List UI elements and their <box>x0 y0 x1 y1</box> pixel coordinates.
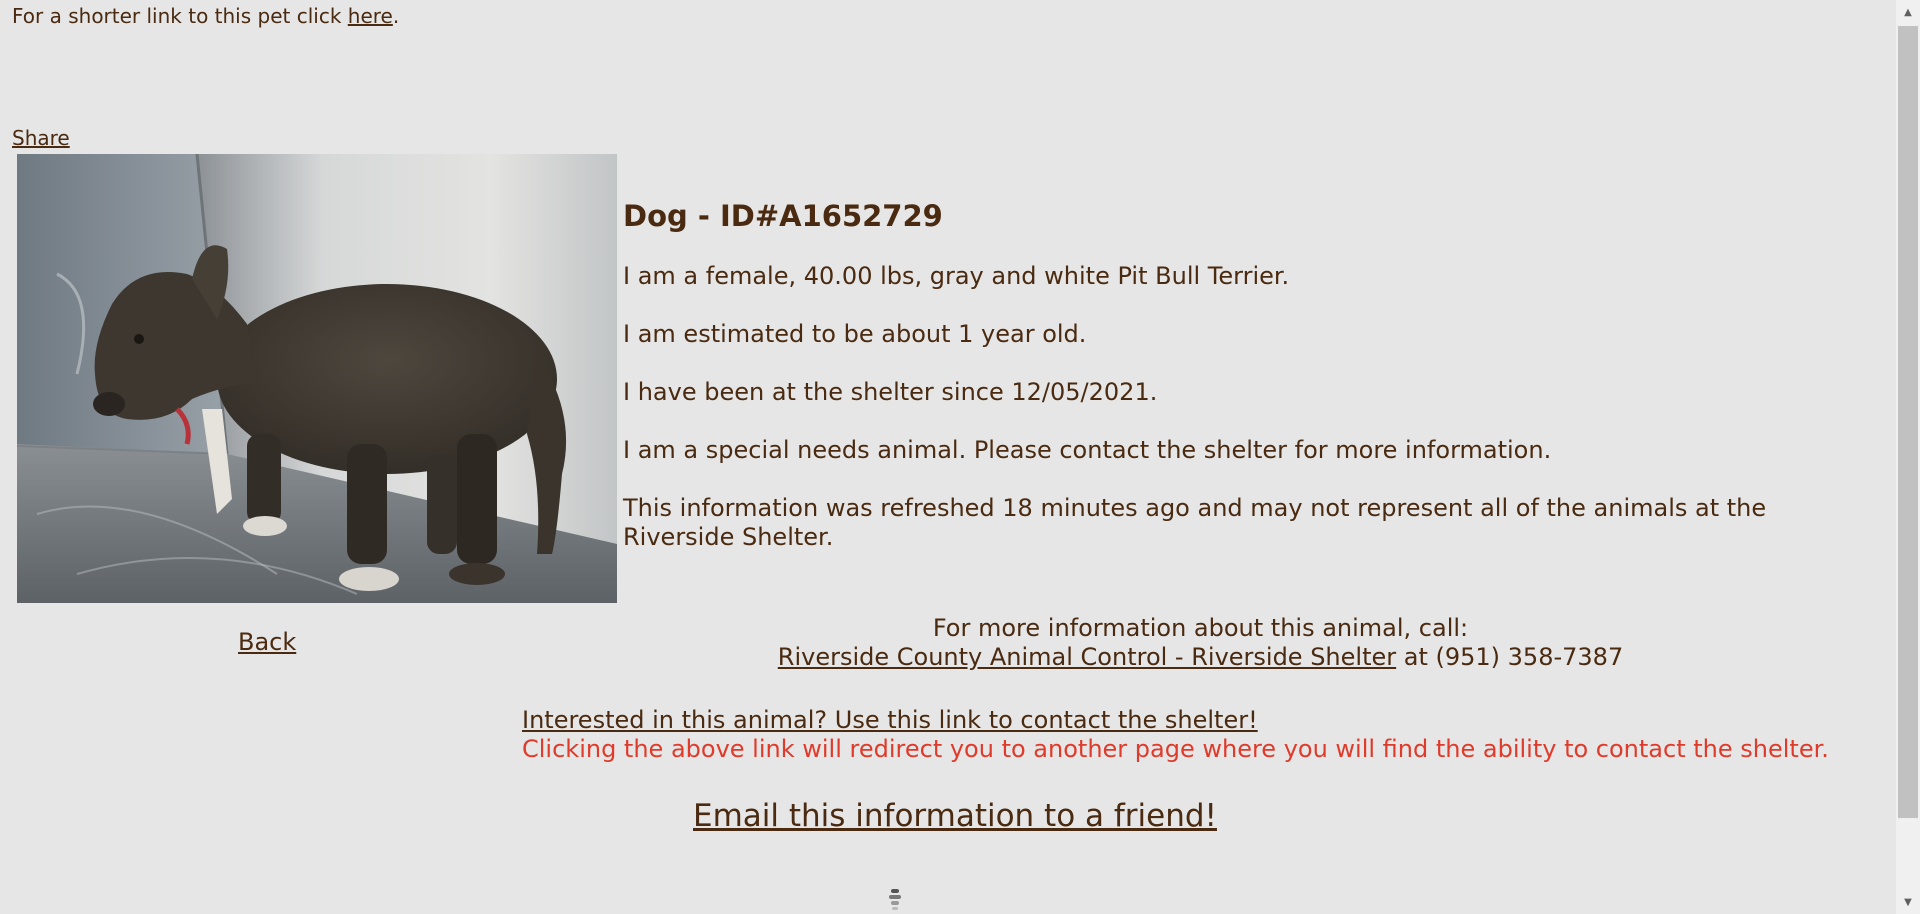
animal-shelter-since: I have been at the shelter since 12/05/2… <box>623 378 1158 406</box>
shorter-link-suffix: . <box>392 4 400 28</box>
vertical-scrollbar[interactable]: ▲ ▼ <box>1896 0 1920 914</box>
pet-photo <box>17 154 617 603</box>
scroll-up-arrow-icon[interactable]: ▲ <box>1896 2 1920 22</box>
back-link[interactable]: Back <box>238 628 296 656</box>
call-heading: For more information about this animal, … <box>932 614 1469 642</box>
animal-age: I am estimated to be about 1 year old. <box>623 320 1087 348</box>
contact-redirect-note: Clicking the above link will redirect yo… <box>522 735 1829 763</box>
pet-details-page: For a shorter link to this pet click her… <box>0 0 1896 914</box>
animal-special-needs: I am a special needs animal. Please cont… <box>623 436 1552 464</box>
scroll-thumb[interactable] <box>1898 26 1918 818</box>
refresh-note: This information was refreshed 18 minute… <box>623 494 1767 551</box>
animal-description: I am a female, 40.00 lbs, gray and white… <box>623 262 1290 290</box>
call-line: Riverside County Animal Control - Rivers… <box>623 643 1778 672</box>
share-link[interactable]: Share <box>12 126 70 150</box>
animal-info: Dog - ID#A1652729 I am a female, 40.00 l… <box>623 198 1863 581</box>
shorter-link-line: For a shorter link to this pet click her… <box>12 4 399 28</box>
call-info: For more information about this animal, … <box>623 614 1778 672</box>
animal-heading: Dog - ID#A1652729 <box>623 199 943 233</box>
shorter-link[interactable]: here <box>348 4 393 28</box>
email-friend-link[interactable]: Email this information to a friend! <box>693 798 1217 834</box>
loading-spinner-icon <box>887 887 903 911</box>
shorter-link-prefix: For a shorter link to this pet click <box>12 4 348 28</box>
contact-shelter-block: Interested in this animal? Use this link… <box>522 706 1829 764</box>
contact-shelter-link[interactable]: Interested in this animal? Use this link… <box>522 706 1258 734</box>
scroll-down-arrow-icon[interactable]: ▼ <box>1896 892 1920 912</box>
shelter-link[interactable]: Riverside County Animal Control - Rivers… <box>778 643 1396 671</box>
shelter-phone: at (951) 358-7387 <box>1396 643 1624 671</box>
